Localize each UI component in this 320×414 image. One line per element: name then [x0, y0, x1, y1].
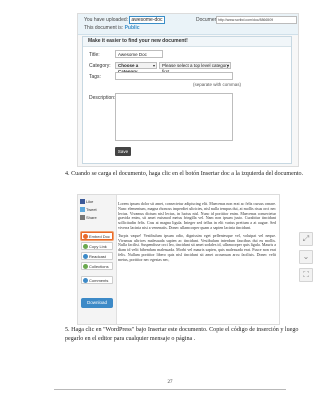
tags-label: Tags:	[89, 74, 101, 80]
scribd-upload-screenshot: You have uploaded: awesome-doc Document …	[77, 13, 299, 167]
like-button[interactable]: Like	[80, 199, 93, 204]
chevron-down-icon: ▾	[152, 63, 155, 68]
share-button[interactable]: Share	[80, 215, 97, 220]
doc-paragraph: Lorem ipsum dolor sit amet, consectetur …	[118, 201, 276, 230]
readcast-button[interactable]: Readcast	[81, 252, 113, 260]
description-textarea[interactable]	[115, 93, 233, 141]
step-5-instruction: 5. Haga clic en "WordPress" bajo Inserta…	[65, 327, 299, 342]
share-icon	[80, 215, 85, 220]
collections-button[interactable]: Collections	[81, 262, 113, 270]
document-page: You have uploaded: awesome-doc Document …	[20, 0, 320, 414]
uploaded-doc-name: awesome-doc	[129, 16, 165, 24]
facebook-like-icon	[80, 199, 85, 204]
save-button[interactable]: Save	[115, 147, 131, 156]
copy-link-button[interactable]: Copy Link	[81, 242, 113, 250]
chevron-down-icon: ▾	[226, 63, 229, 68]
footer-divider	[54, 389, 286, 390]
comments-button[interactable]: Comments	[81, 276, 113, 284]
uploaded-prefix: You have uploaded:	[84, 17, 129, 23]
viewer-sidebar: Like Tweet Share Embed Doc Copy Link Rea…	[78, 195, 117, 324]
form-heading: Make it easier to find your new document…	[83, 37, 291, 47]
document-url-field[interactable]: http://www.scribd.com/doc/8866509	[216, 16, 297, 24]
title-label: Title:	[89, 52, 100, 58]
tags-hint: (separate with commas)	[193, 82, 242, 87]
tags-input[interactable]	[115, 72, 233, 80]
collections-icon	[83, 264, 88, 269]
embed-doc-button[interactable]: Embed Doc	[81, 232, 113, 240]
category-select[interactable]: Choose a Category ▾	[115, 62, 157, 74]
doc-paragraph: Turpis vaque! Vestibulum ipsum odio, dig…	[118, 232, 276, 262]
scribd-viewer-screenshot: Like Tweet Share Embed Doc Copy Link Rea…	[77, 194, 280, 325]
status-value: Public	[124, 25, 140, 31]
status-prefix: This document is:	[84, 25, 124, 31]
expand-icon[interactable]: ⤢	[299, 232, 313, 246]
page-number: 27	[167, 380, 173, 385]
twitter-icon	[80, 207, 85, 212]
document-preview: Lorem ipsum dolor sit amet, consectetur …	[118, 201, 276, 324]
description-label: Description:	[89, 95, 116, 101]
category-label: Category:	[89, 63, 111, 69]
document-details-form: Make it easier to find your new document…	[82, 36, 292, 164]
comments-icon	[83, 278, 88, 283]
download-button[interactable]: Download	[81, 298, 113, 308]
tweet-button[interactable]: Tweet	[80, 207, 97, 212]
subcategory-select[interactable]: Please select a top level category first…	[159, 62, 231, 74]
link-icon	[83, 244, 88, 249]
page-tools: ⤢ ⌄ ⛶	[299, 232, 313, 286]
title-input[interactable]: Awesome Doc	[115, 50, 163, 58]
readcast-icon	[83, 254, 88, 259]
chevron-down-icon[interactable]: ⌄	[299, 250, 313, 264]
embed-icon	[83, 234, 88, 239]
upload-status-bar: You have uploaded: awesome-doc Document …	[78, 14, 298, 35]
fullscreen-icon[interactable]: ⛶	[299, 268, 313, 282]
step-4-instruction: 4. Cuando se carga el documento, haga cl…	[65, 171, 304, 177]
